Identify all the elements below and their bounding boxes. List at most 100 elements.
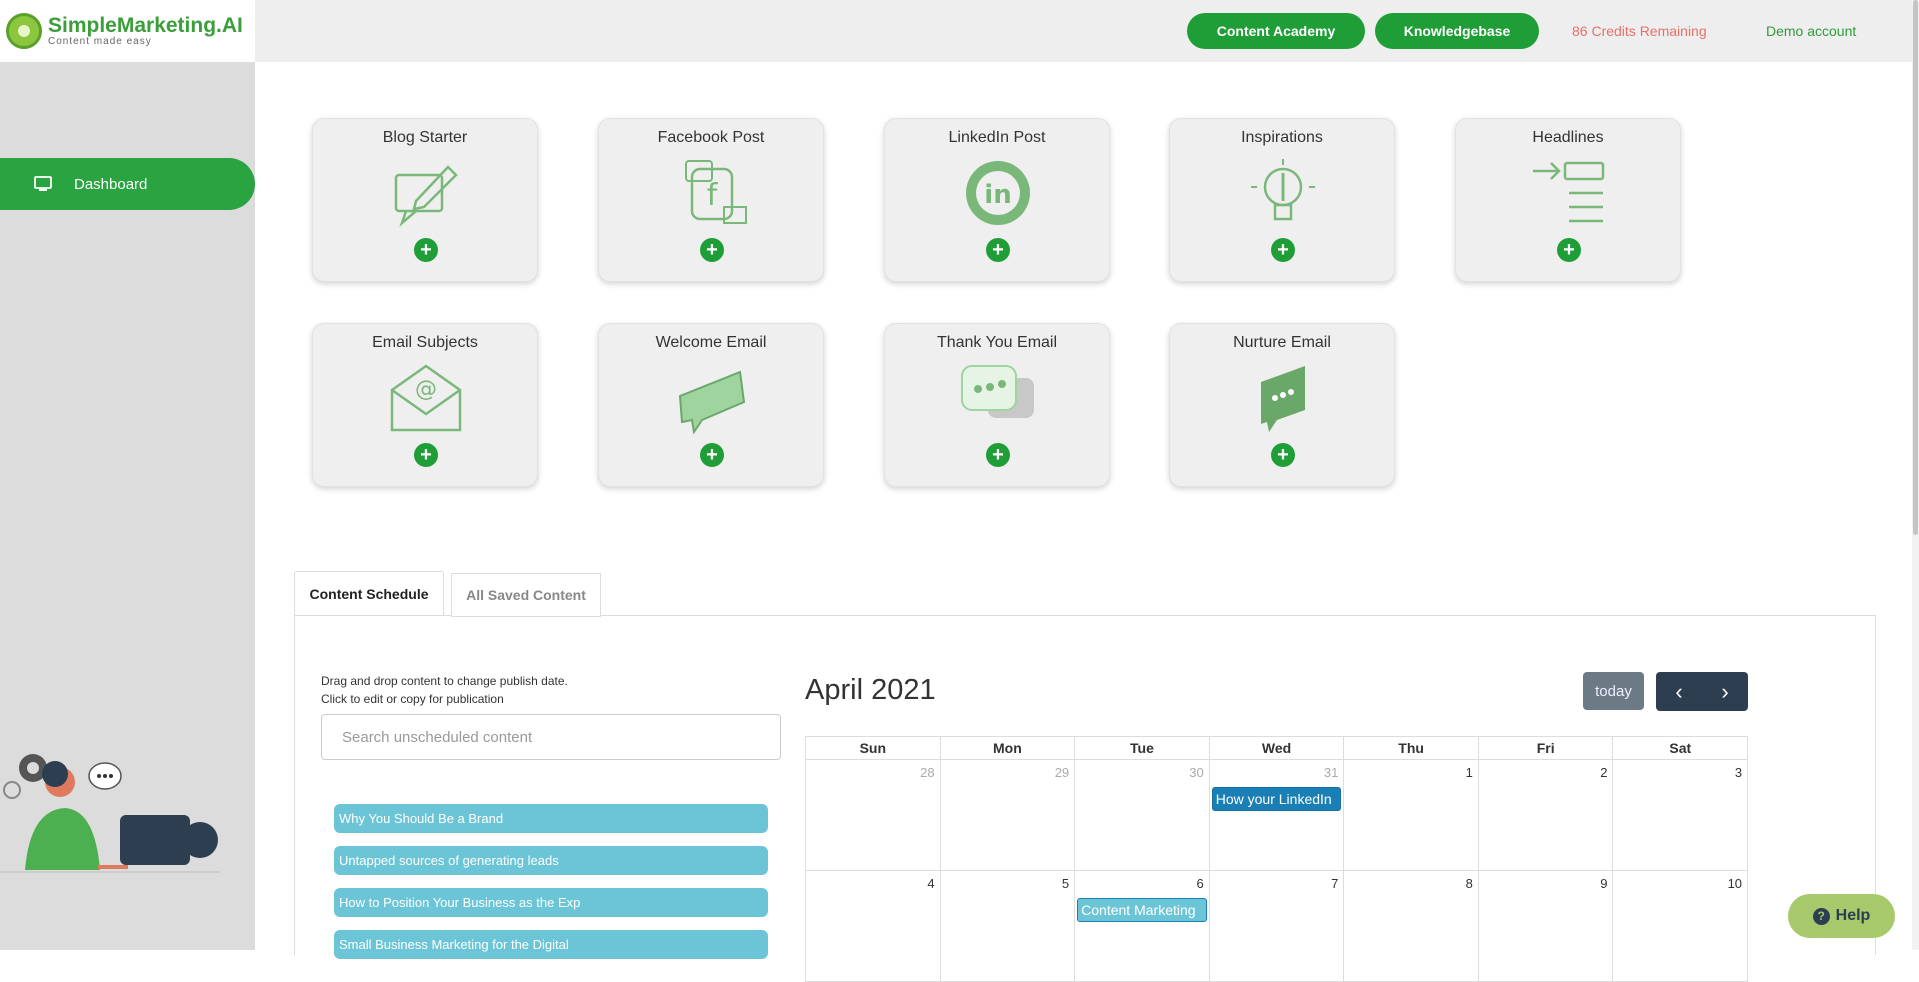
day-number: 9	[1600, 876, 1608, 891]
day-number: 4	[927, 876, 935, 891]
card-welcome-email[interactable]: Welcome Email +	[598, 323, 824, 487]
calendar-event[interactable]: Content Marketing	[1077, 898, 1207, 922]
calendar-week: 28 29 30 31 How your LinkedIn 1 2 3	[805, 760, 1749, 871]
calendar-day[interactable]: 29	[941, 760, 1076, 870]
knowledgebase-button[interactable]: Knowledgebase	[1375, 13, 1539, 49]
card-facebook-post[interactable]: Facebook Post f +	[598, 118, 824, 282]
unscheduled-item[interactable]: Why You Should Be a Brand	[334, 804, 768, 833]
card-nurture-email[interactable]: Nurture Email +	[1169, 323, 1395, 487]
sidebar-item-dashboard[interactable]: Dashboard	[0, 158, 255, 210]
calendar-day[interactable]: 31 How your LinkedIn	[1210, 760, 1345, 870]
card-inspirations[interactable]: Inspirations +	[1169, 118, 1395, 282]
day-number: 30	[1189, 765, 1204, 780]
chat-bubble-icon	[678, 370, 746, 434]
day-number: 1	[1465, 765, 1473, 780]
instruction-line: Drag and drop content to change publish …	[321, 674, 568, 688]
card-title: Headlines	[1532, 129, 1604, 146]
weekday-label: Tue	[1075, 737, 1210, 759]
unscheduled-item[interactable]: How to Position Your Business as the Exp	[334, 888, 768, 917]
calendar-day[interactable]: 28	[806, 760, 941, 870]
add-icon[interactable]: +	[700, 443, 724, 467]
calendar-day[interactable]: 9	[1479, 871, 1614, 981]
logo[interactable]: SimpleMarketing.AI Content made easy	[0, 0, 255, 62]
svg-text:f: f	[707, 178, 719, 213]
calendar-day[interactable]: 4	[806, 871, 941, 981]
card-title: Inspirations	[1241, 129, 1323, 146]
today-button[interactable]: today	[1583, 672, 1644, 710]
calendar-day[interactable]: 2	[1479, 760, 1614, 870]
instruction-line: Click to edit or copy for publication	[321, 692, 504, 706]
monitor-icon	[34, 176, 52, 191]
calendar-day[interactable]: 7	[1210, 871, 1345, 981]
card-title: Welcome Email	[655, 334, 767, 351]
add-icon[interactable]: +	[414, 443, 438, 467]
add-icon[interactable]: +	[700, 238, 724, 262]
tab-content-schedule[interactable]: Content Schedule	[294, 571, 444, 615]
day-number: 7	[1331, 876, 1339, 891]
day-number: 10	[1727, 876, 1743, 891]
weekday-label: Mon	[941, 737, 1076, 759]
calendar-event[interactable]: How your LinkedIn	[1211, 787, 1342, 811]
card-title: Blog Starter	[382, 129, 468, 146]
card-email-subjects[interactable]: Email Subjects @ +	[312, 323, 538, 487]
search-input[interactable]: Search unscheduled content	[321, 714, 781, 760]
help-button[interactable]: ? Help	[1788, 894, 1895, 938]
calendar-day[interactable]: 6 Content Marketing	[1075, 871, 1210, 981]
weekday-label: Fri	[1479, 737, 1614, 759]
add-icon[interactable]: +	[1557, 238, 1581, 262]
calendar-weekday-header: Sun Mon Tue Wed Thu Fri Sat	[805, 736, 1748, 760]
calendar-title: April 2021	[805, 674, 936, 706]
card-headlines[interactable]: Headlines +	[1455, 118, 1681, 282]
schedule-instructions: Drag and drop content to change publish …	[321, 672, 568, 708]
add-icon[interactable]: +	[1271, 443, 1295, 467]
sidebar-item-label: Dashboard	[74, 175, 148, 193]
tab-all-saved-content[interactable]: All Saved Content	[451, 573, 601, 617]
credits-remaining: 86 Credits Remaining	[1572, 23, 1707, 39]
unscheduled-item[interactable]: Small Business Marketing for the Digital	[334, 930, 768, 959]
support-agent-illustration	[0, 754, 220, 873]
card-blog-starter[interactable]: Blog Starter +	[312, 118, 538, 282]
card-linkedin-post[interactable]: LinkedIn Post in +	[884, 118, 1110, 282]
calendar-day[interactable]: 30	[1075, 760, 1210, 870]
card-title: Email Subjects	[372, 334, 478, 351]
chat-dots-icon	[1261, 366, 1305, 432]
add-icon[interactable]: +	[1271, 238, 1295, 262]
calendar-day[interactable]: 5	[941, 871, 1076, 981]
email-envelope-icon: @	[390, 364, 462, 432]
day-number: 2	[1600, 765, 1608, 780]
weekday-label: Wed	[1210, 737, 1345, 759]
card-title: LinkedIn Post	[948, 129, 1046, 146]
card-title: Nurture Email	[1233, 334, 1331, 351]
lightbulb-icon	[1251, 159, 1315, 221]
chat-bubbles-icon	[961, 365, 1034, 418]
add-icon[interactable]: +	[986, 238, 1010, 262]
weekday-label: Sun	[806, 737, 941, 759]
add-icon[interactable]: +	[414, 238, 438, 262]
calendar-day[interactable]: 1	[1344, 760, 1479, 870]
day-number: 31	[1323, 765, 1339, 780]
calendar-grid: Sun Mon Tue Wed Thu Fri Sat 28 29 30 31 …	[805, 736, 1749, 982]
facebook-icon: f	[685, 160, 747, 224]
prev-month-button[interactable]: ‹	[1656, 672, 1702, 711]
next-month-button[interactable]: ›	[1702, 672, 1748, 711]
calendar-day[interactable]: 3	[1613, 760, 1749, 870]
card-thank-you-email[interactable]: Thank You Email +	[884, 323, 1110, 487]
weekday-label: Sat	[1669, 740, 1692, 756]
account-link[interactable]: Demo account	[1766, 23, 1856, 39]
linkedin-icon: in	[966, 161, 1030, 225]
calendar-day[interactable]: 10	[1613, 871, 1749, 981]
day-number: 3	[1734, 765, 1743, 780]
day-number: 5	[1061, 876, 1070, 891]
content-academy-button[interactable]: Content Academy	[1187, 13, 1365, 49]
unscheduled-item[interactable]: Untapped sources of generating leads	[334, 846, 768, 875]
scrollbar-thumb[interactable]	[1913, 0, 1918, 535]
question-icon: ?	[1812, 907, 1830, 925]
add-icon[interactable]: +	[986, 443, 1010, 467]
help-label: Help	[1835, 907, 1871, 924]
calendar-day[interactable]: 8	[1344, 871, 1479, 981]
svg-text:@: @	[415, 377, 437, 402]
logo-subtitle: Content made easy	[48, 36, 152, 47]
logo-title: SimpleMarketing.AI	[48, 14, 243, 37]
day-number: 8	[1465, 876, 1473, 891]
day-number: 28	[920, 765, 935, 780]
